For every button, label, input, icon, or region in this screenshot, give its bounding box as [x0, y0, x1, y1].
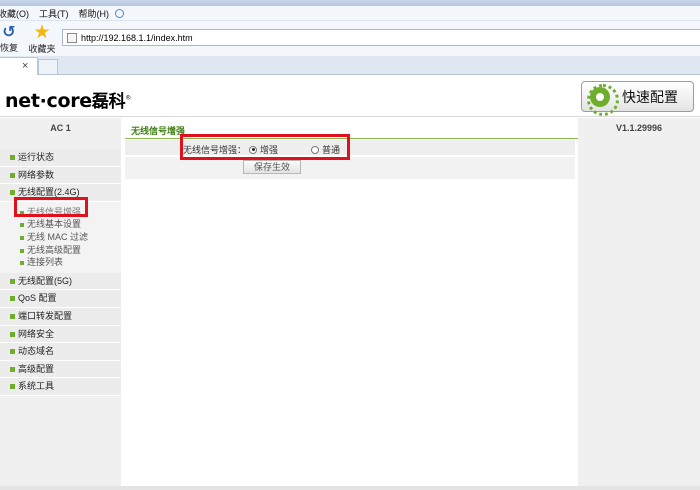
sidebar-item-label: 连接列表 [27, 257, 64, 268]
right-pane: V1.1.29996 [578, 118, 700, 486]
restore-icon: ↺ [2, 24, 16, 41]
sidebar-item-label: 无线信号增强 [27, 206, 82, 217]
sidebar-subitem-advanced-wireless[interactable]: 无线高级配置 [0, 243, 121, 257]
address-bar[interactable]: http://192.168.1.1/index.htm [62, 29, 700, 46]
sidebar-item-qos[interactable]: QoS 配置 [0, 290, 121, 308]
sidebar-item-label: 网络参数 [18, 169, 55, 180]
sidebar-subitem-signal-boost[interactable]: 无线信号增强 [0, 205, 121, 219]
bullet-icon [10, 190, 15, 196]
sidebar-subitem-basic-settings[interactable]: 无线基本设置 [0, 218, 121, 231]
page-icon [67, 32, 77, 43]
sidebar-item-label: 无线基本设置 [27, 219, 82, 230]
star-icon: ★ [33, 22, 51, 43]
sidebar-item-label: 端口转发配置 [18, 310, 73, 321]
quick-config-button[interactable]: 快速配置 [581, 81, 694, 116]
menu-tools[interactable]: 工具(T) [39, 7, 69, 20]
sidebar: AC 1 运行状态 网络参数 无线配置(2.4G) 无线信号增强 无线基本设置 … [0, 118, 121, 486]
tab-close-icon[interactable]: × [22, 60, 28, 72]
bullet-icon [10, 366, 15, 372]
sidebar-item-wireless-5g[interactable]: 无线配置(5G) [0, 272, 121, 291]
tab-strip: × [0, 56, 700, 75]
sidebar-item-system-tools[interactable]: 系统工具 [0, 378, 121, 396]
new-tab-button[interactable] [38, 59, 58, 74]
section-title: 无线信号增强 [125, 123, 578, 139]
gear-icon [587, 83, 619, 116]
bullet-icon [10, 296, 15, 302]
logo-text-cn: 磊科 [91, 92, 126, 112]
sidebar-subitem-mac-filter[interactable]: 无线 MAC 过滤 [0, 230, 121, 244]
page-header: net·core磊科® 快速配置 [0, 75, 700, 117]
sidebar-item-advanced[interactable]: 高级配置 [0, 360, 121, 379]
sidebar-item-label: 系统工具 [18, 381, 55, 392]
tab-current[interactable]: × [0, 57, 38, 75]
address-url[interactable]: http://192.168.1.1/index.htm [81, 33, 193, 43]
bullet-icon [20, 248, 24, 253]
logo-text-en: net·core [5, 90, 92, 112]
bullet-icon [20, 261, 24, 266]
netcore-logo: net·core磊科® [5, 87, 131, 112]
sidebar-item-label: 高级配置 [18, 363, 55, 374]
sidebar-nav: 运行状态 网络参数 无线配置(2.4G) 无线信号增强 无线基本设置 无线 MA… [0, 149, 121, 396]
restore-button[interactable]: ↺ 恢复 [0, 25, 20, 54]
bullet-icon [20, 235, 24, 240]
menu-favorites[interactable]: 收藏(O) [0, 7, 29, 20]
browser-toolbar: ↺ 恢复 ★ 收藏夹 http://192.168.1.1/index.htm [0, 21, 700, 56]
radio-enhanced-label: 增强 [260, 145, 279, 155]
radio-normal-label: 普通 [322, 145, 341, 155]
bullet-icon [10, 278, 15, 284]
sidebar-item-ddns[interactable]: 动态域名 [0, 343, 121, 361]
sidebar-item-label: 无线配置(2.4G) [18, 187, 80, 198]
bullet-icon [10, 384, 15, 390]
browser-globe-icon [115, 8, 124, 18]
restore-label: 恢复 [0, 43, 18, 53]
sidebar-item-security[interactable]: 网络安全 [0, 325, 121, 344]
save-button[interactable]: 保存生效 [243, 160, 301, 174]
sidebar-item-label: 无线高级配置 [27, 244, 82, 255]
signal-boost-label: 无线信号增强： [183, 145, 247, 155]
sidebar-item-label: 无线配置(5G) [18, 275, 73, 286]
radio-enhanced-indicator[interactable] [249, 145, 257, 154]
radio-enhanced[interactable]: 增强 [249, 143, 278, 156]
button-row: 保存生效 [125, 157, 575, 179]
menu-help[interactable]: 帮助(H) [79, 7, 110, 20]
sidebar-item-port-forward[interactable]: 端口转发配置 [0, 307, 121, 326]
sidebar-item-network[interactable]: 网络参数 [0, 166, 121, 185]
bullet-icon [20, 223, 24, 228]
sidebar-subitem-connection-list[interactable]: 连接列表 [0, 256, 121, 269]
bullet-icon [10, 172, 15, 178]
bullet-icon [10, 313, 15, 319]
radio-normal-indicator[interactable] [311, 145, 319, 154]
bullet-icon [10, 349, 15, 355]
quick-config-label: 快速配置 [622, 89, 678, 106]
signal-boost-row: 无线信号增强： 增强 普通 [125, 140, 575, 156]
radio-normal[interactable]: 普通 [311, 143, 340, 156]
sidebar-item-label: 运行状态 [18, 152, 55, 162]
sidebar-item-label: QoS 配置 [18, 293, 57, 304]
logo-mark: ® [125, 94, 131, 102]
favorites-button[interactable]: ★ 收藏夹 [27, 23, 57, 55]
main-content: 无线信号增强 无线信号增强： 增强 普通 保存生效 [121, 118, 578, 486]
menu-bar: 收藏(O) 工具(T) 帮助(H) [0, 6, 700, 21]
favorites-label: 收藏夹 [28, 44, 56, 54]
sidebar-item-label: 网络安全 [18, 328, 55, 339]
bullet-icon [10, 331, 15, 337]
sidebar-item-label: 无线 MAC 过滤 [27, 231, 89, 242]
sidebar-item-label: 动态域名 [18, 346, 55, 357]
sidebar-item-wireless-24g[interactable]: 无线配置(2.4G) [0, 184, 121, 202]
bullet-icon [10, 155, 15, 160]
firmware-version: V1.1.29996 [615, 123, 663, 133]
bottom-border [0, 486, 700, 490]
sidebar-item-status[interactable]: 运行状态 [0, 149, 121, 167]
device-model: AC 1 [50, 123, 71, 133]
bullet-icon [20, 210, 24, 215]
